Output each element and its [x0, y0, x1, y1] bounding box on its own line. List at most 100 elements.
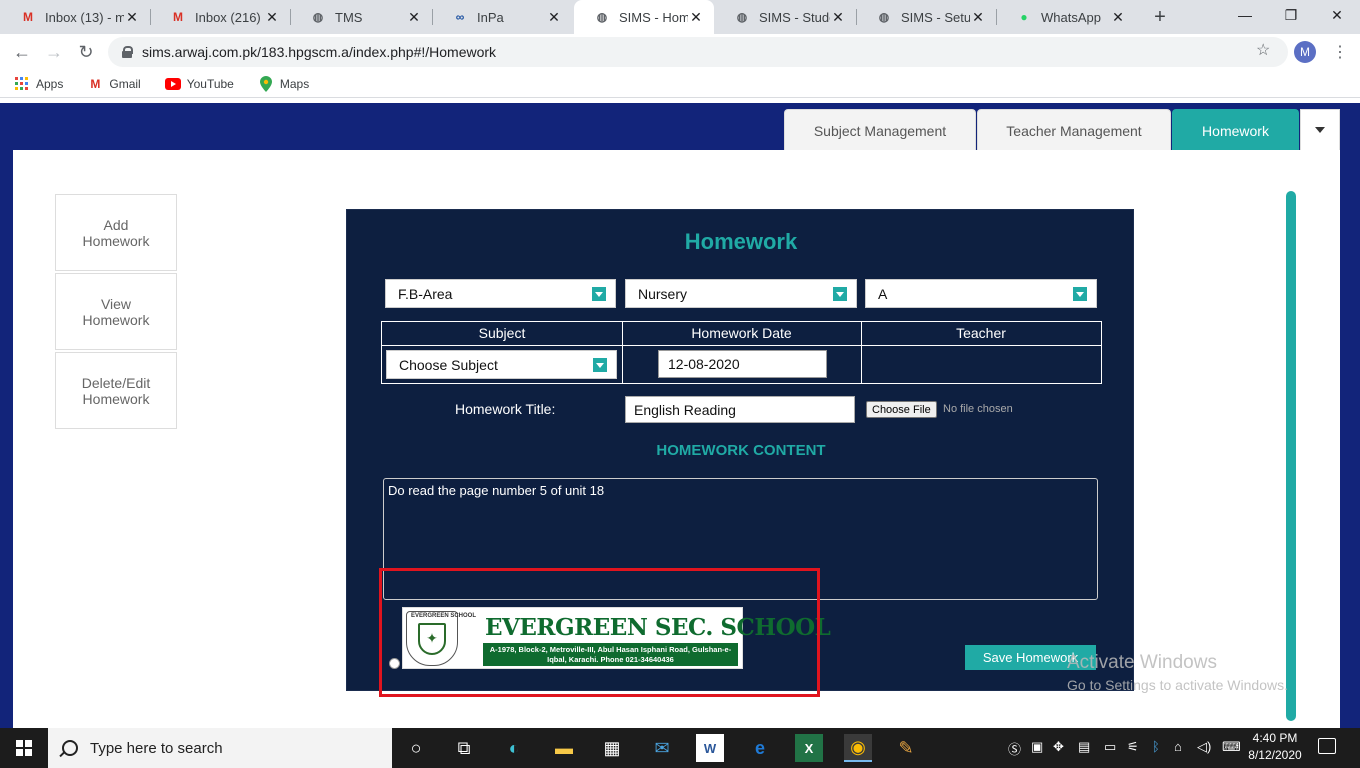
- chevron-down-icon: [1073, 287, 1087, 301]
- bluetooth-icon[interactable]: ᛒ: [1152, 739, 1160, 754]
- nav-dropdown-toggle[interactable]: [1300, 109, 1340, 151]
- close-icon[interactable]: ✕: [406, 9, 422, 25]
- homework-title-label: Homework Title:: [455, 401, 556, 417]
- cortana-icon[interactable]: ○: [402, 734, 430, 762]
- tray-monitor-icon[interactable]: ▭: [1104, 739, 1116, 755]
- browser-tab[interactable]: ◍ TMS ✕: [290, 0, 432, 34]
- close-icon[interactable]: ✕: [546, 9, 562, 25]
- table-header-teacher: Teacher: [956, 325, 1006, 341]
- notification-icon[interactable]: [1318, 738, 1336, 754]
- tab-homework[interactable]: Homework: [1172, 109, 1299, 151]
- url-field[interactable]: sims.arwaj.com.pk/183.hpgscm.a/index.php…: [108, 37, 1288, 67]
- mail-icon[interactable]: ✉: [648, 734, 676, 762]
- globe-icon: ◍: [312, 10, 324, 24]
- paint-icon[interactable]: ✎: [892, 734, 920, 762]
- network-icon[interactable]: ⌂: [1174, 739, 1182, 754]
- maps-pin-icon: [258, 75, 274, 92]
- browser-tab-active[interactable]: ◍ SIMS - Homew ✕: [574, 0, 714, 34]
- search-icon: [62, 740, 78, 756]
- tab-subject-management[interactable]: Subject Management: [784, 109, 976, 151]
- browser-tab[interactable]: ● WhatsApp ✕: [996, 0, 1136, 34]
- gmail-icon: M: [173, 10, 183, 24]
- browser-tab[interactable]: ◍ SIMS - Studen ✕: [714, 0, 856, 34]
- tray-app-icon[interactable]: ▣: [1031, 739, 1043, 755]
- subject-select[interactable]: Choose Subject: [386, 350, 617, 379]
- reload-icon[interactable]: ↻: [74, 40, 98, 64]
- chevron-down-icon: [592, 287, 606, 301]
- wifi-icon[interactable]: ⚟: [1127, 739, 1139, 755]
- whatsapp-icon: ●: [1020, 10, 1028, 24]
- back-arrow-icon[interactable]: ←: [10, 40, 34, 64]
- bookmarks-bar: Apps M Gmail YouTube Maps: [0, 70, 1360, 98]
- tray-window-icon[interactable]: ▤: [1078, 739, 1090, 755]
- bookmark-gmail[interactable]: M Gmail: [87, 76, 140, 92]
- table-header-subject: Subject: [478, 325, 526, 341]
- homework-date-field[interactable]: 12-08-2020: [658, 350, 827, 378]
- caret-down-icon: [1315, 127, 1325, 133]
- file-status-text: No file chosen: [943, 403, 1013, 415]
- chevron-down-icon: [833, 287, 847, 301]
- homework-title-input[interactable]: English Reading: [625, 396, 855, 423]
- address-bar-row: ← → ↻ sims.arwaj.com.pk/183.hpgscm.a/ind…: [0, 34, 1360, 70]
- window-close-icon[interactable]: ✕: [1314, 0, 1360, 30]
- browser-tab[interactable]: ◍ SIMS - Setup ✕: [856, 0, 996, 34]
- delete-edit-homework-button[interactable]: Delete/Edit Homework: [55, 352, 177, 429]
- view-homework-button[interactable]: View Homework: [55, 273, 177, 350]
- browser-tab-strip: M Inbox (13) - m ✕ M Inbox (216) - c ✕ ◍…: [0, 0, 1360, 34]
- system-clock[interactable]: 4:40 PM 8/12/2020: [1245, 730, 1305, 764]
- word-icon[interactable]: W: [696, 734, 724, 762]
- class-select[interactable]: Nursery: [625, 279, 857, 308]
- browser-tab[interactable]: M Inbox (216) - c ✕: [150, 0, 290, 34]
- excel-icon[interactable]: X: [795, 734, 823, 762]
- close-icon[interactable]: ✕: [1110, 9, 1126, 25]
- form-title: Homework: [684, 229, 798, 254]
- file-explorer-icon[interactable]: ▬: [550, 734, 578, 762]
- edge-icon[interactable]: ◐: [500, 734, 528, 762]
- bookmark-maps[interactable]: Maps: [258, 75, 309, 92]
- new-tab-icon[interactable]: +: [1148, 5, 1172, 29]
- restore-icon[interactable]: ❐: [1268, 0, 1314, 30]
- browser-menu-icon[interactable]: ⋮: [1332, 42, 1348, 62]
- apps-grid-icon: [14, 76, 30, 92]
- bookmark-youtube[interactable]: YouTube: [164, 76, 234, 92]
- store-icon[interactable]: ▦: [598, 734, 626, 762]
- task-view-icon[interactable]: ⧉: [450, 734, 478, 762]
- volume-icon[interactable]: ◁): [1197, 739, 1211, 755]
- close-icon[interactable]: ✕: [264, 9, 280, 25]
- lock-icon: [122, 46, 133, 58]
- skype-icon[interactable]: Ⓢ: [1008, 739, 1021, 758]
- close-icon[interactable]: ✕: [124, 9, 140, 25]
- globe-icon: ◍: [596, 10, 608, 24]
- gmail-icon: M: [23, 10, 33, 24]
- bookmark-apps[interactable]: Apps: [14, 76, 63, 92]
- taskbar-search-box[interactable]: Type here to search: [48, 728, 392, 768]
- browser-tab[interactable]: M Inbox (13) - m ✕: [0, 0, 150, 34]
- table-header-date: Homework Date: [691, 325, 792, 341]
- close-icon[interactable]: ✕: [688, 9, 704, 25]
- chrome-icon[interactable]: ◉: [844, 734, 872, 762]
- bookmark-star-icon[interactable]: ☆: [1256, 40, 1270, 60]
- close-icon[interactable]: ✕: [830, 9, 846, 25]
- youtube-icon: [164, 76, 181, 92]
- homework-content-label: HOMEWORK CONTENT: [656, 442, 826, 459]
- page-scrollbar[interactable]: [1286, 191, 1296, 721]
- minimize-icon[interactable]: —: [1222, 0, 1268, 30]
- highlight-annotation-box: [379, 568, 820, 697]
- internet-explorer-icon[interactable]: e: [746, 734, 774, 762]
- gmail-icon: M: [90, 76, 101, 91]
- add-homework-button[interactable]: Add Homework: [55, 194, 177, 271]
- dropbox-icon[interactable]: ✥: [1053, 739, 1064, 755]
- tab-teacher-management[interactable]: Teacher Management: [977, 109, 1171, 151]
- profile-avatar[interactable]: M: [1294, 41, 1316, 63]
- campus-select[interactable]: F.B-Area: [385, 279, 616, 308]
- windows-logo-icon: [16, 740, 32, 756]
- forward-arrow-icon[interactable]: →: [42, 40, 66, 64]
- section-select[interactable]: A: [865, 279, 1097, 308]
- browser-tab[interactable]: ∞ InPa ✕: [432, 0, 572, 34]
- choose-file-button[interactable]: Choose File: [866, 401, 937, 418]
- teacher-cell: [868, 350, 1094, 378]
- globe-icon: ◍: [878, 10, 890, 24]
- start-button[interactable]: [0, 728, 48, 768]
- close-icon[interactable]: ✕: [970, 9, 986, 25]
- language-icon[interactable]: ⌨: [1222, 739, 1241, 755]
